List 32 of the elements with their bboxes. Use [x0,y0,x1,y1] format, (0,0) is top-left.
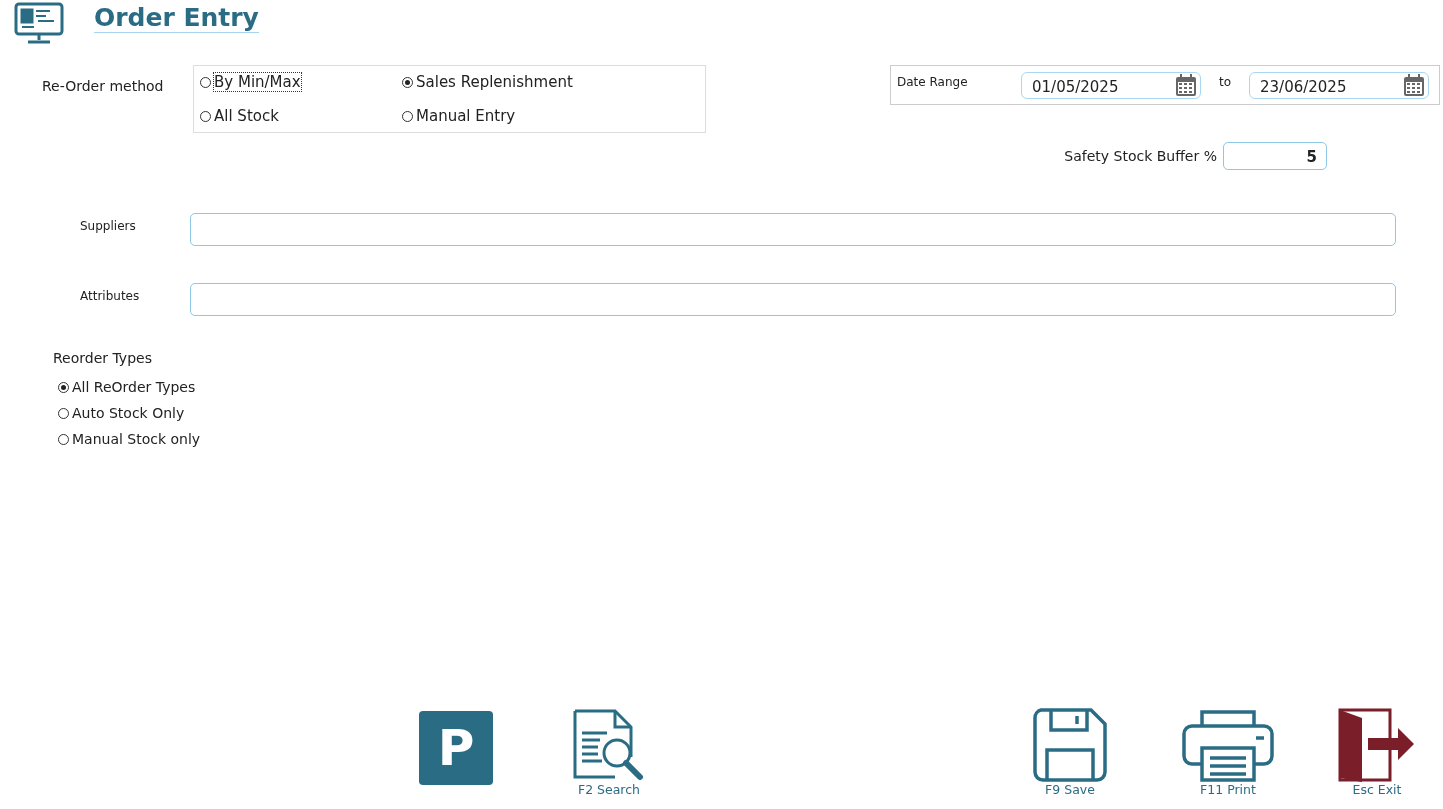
radio-option[interactable]: Auto Stock Only [58,400,1443,426]
monitor-icon [14,2,64,44]
radio-option[interactable]: All ReOrder Types [58,374,1443,400]
page-title: Order Entry [94,4,259,33]
exit-door-icon [1338,708,1416,782]
radio-option[interactable]: All Stock [200,102,402,130]
field-label: Suppliers [79,218,137,233]
input-field[interactable] [190,283,1396,316]
radio-option[interactable]: Manual Entry [402,102,702,130]
field-label: Re-Order method [42,78,165,94]
input-field[interactable] [190,213,1396,246]
date-field[interactable]: 01/05/2025 [1021,71,1201,99]
p-button[interactable]: P [419,711,493,785]
input-field[interactable]: 5 [1223,142,1327,170]
field-label: Date Range [897,75,969,89]
field-label: Safety Stock Buffer % [1064,148,1217,164]
search-button[interactable]: F2 Search [572,708,646,797]
radio-option[interactable]: Sales Replenishment [402,68,702,96]
date-field[interactable]: 23/06/2025 [1249,71,1429,99]
radio-option[interactable]: By Min/Max [200,68,402,96]
calendar-icon [1403,73,1425,97]
print-button[interactable]: F11 Print [1182,708,1274,797]
save-icon [1033,708,1107,782]
separator-text: to [1217,75,1232,89]
calendar-icon [1175,73,1197,97]
printer-icon [1182,708,1274,782]
exit-button[interactable]: Esc Exit [1337,708,1417,797]
section-title: Reorder Types [53,350,153,366]
field-label: Attributes [79,288,141,303]
radio-option[interactable]: Manual Stock only [58,426,1443,452]
search-icon [572,708,646,782]
save-button[interactable]: F9 Save [1024,708,1116,797]
